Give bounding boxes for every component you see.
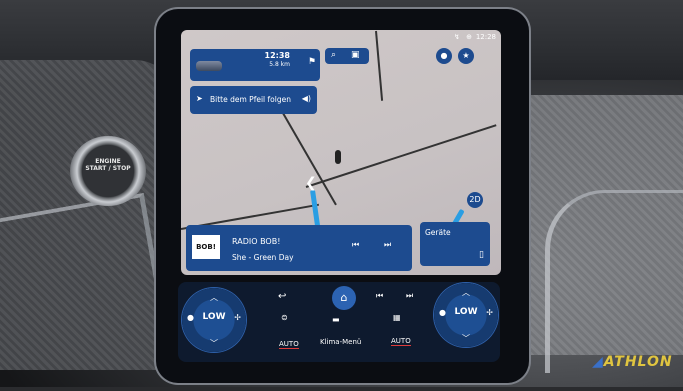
front-defrost-icon[interactable]: ⊜ [281, 313, 288, 322]
profile-icon[interactable]: ● [436, 48, 452, 64]
next-track-icon[interactable]: ⏭ [406, 291, 413, 301]
car-icon [196, 61, 222, 71]
radio-player-card[interactable]: BOB! RADIO BOB! She - Green Day ⏮ ⏭ [186, 225, 412, 271]
remaining-distance: 5.8 km [269, 61, 290, 68]
chevron-up-icon[interactable]: ︿ [182, 292, 246, 303]
map-tools: ⌕ ▣ [325, 48, 369, 64]
phone-icon: ▯ [479, 250, 484, 260]
next-track-icon[interactable]: ⏭ [384, 240, 391, 250]
navigation-summary-card[interactable]: 12:38 5.8 km ⚑ [190, 49, 320, 81]
station-name: RADIO BOB! [232, 237, 281, 246]
chevron-up-icon[interactable]: ︿ [434, 287, 498, 298]
status-icons: ↯ ⊕ [454, 33, 474, 41]
auto-left-button[interactable]: AUTO [279, 340, 299, 349]
poi-icon[interactable]: ▣ [351, 50, 360, 60]
vehicle-marker [335, 150, 341, 164]
chrome-trim-right [545, 190, 683, 373]
chevron-down-icon[interactable]: ﹀ [434, 333, 498, 344]
left-temperature-dial[interactable]: ︿ ● LOW ✢ ﹀ [182, 288, 246, 352]
previous-track-icon[interactable]: ⏮ [376, 291, 383, 301]
search-icon[interactable]: ⌕ [331, 50, 336, 60]
car-climate-icon[interactable]: ▬ [332, 315, 340, 324]
fan-icon: ✢ [234, 313, 241, 322]
chevron-down-icon[interactable]: ﹀ [182, 338, 246, 349]
fan-icon: ✢ [486, 308, 493, 317]
volume-icon[interactable]: ◀) [302, 94, 311, 103]
devices-label: Geräte [425, 228, 451, 237]
home-button[interactable]: ⌂ [332, 286, 356, 310]
2d-view-button[interactable]: 2D [467, 192, 483, 208]
status-time: 12:28 [475, 33, 496, 41]
status-bar: ↯ ⊕ 12:28 [186, 31, 498, 45]
climate-menu-button[interactable]: Klima-Menü [320, 338, 361, 346]
arrival-time: 12:38 [264, 51, 290, 60]
favorites-star-icon[interactable]: ★ [458, 48, 474, 64]
engine-button-label: ENGINE START / STOP [85, 158, 131, 172]
brand-logo: ◢ATHLON [592, 354, 673, 370]
guidance-instruction: Bitte dem Pfeil folgen [210, 95, 291, 104]
station-logo: BOB! [192, 235, 220, 259]
devices-card[interactable]: Geräte ▯ [420, 222, 490, 266]
destination-flag-icon: ⚑ [307, 57, 316, 67]
navigation-arrow-icon: ➤ [196, 94, 203, 103]
auto-right-button[interactable]: AUTO [391, 337, 411, 346]
right-temperature-dial[interactable]: ︿ ● LOW ✢ ﹀ [434, 283, 498, 347]
guidance-card[interactable]: ➤ Bitte dem Pfeil folgen ◀) [190, 86, 317, 114]
current-position-icon: ❮ [305, 175, 317, 191]
rear-defrost-icon[interactable]: ▦ [393, 313, 401, 322]
now-playing: She - Green Day [232, 253, 294, 262]
previous-track-icon[interactable]: ⏮ [352, 240, 359, 250]
back-icon[interactable]: ↩ [278, 291, 286, 302]
